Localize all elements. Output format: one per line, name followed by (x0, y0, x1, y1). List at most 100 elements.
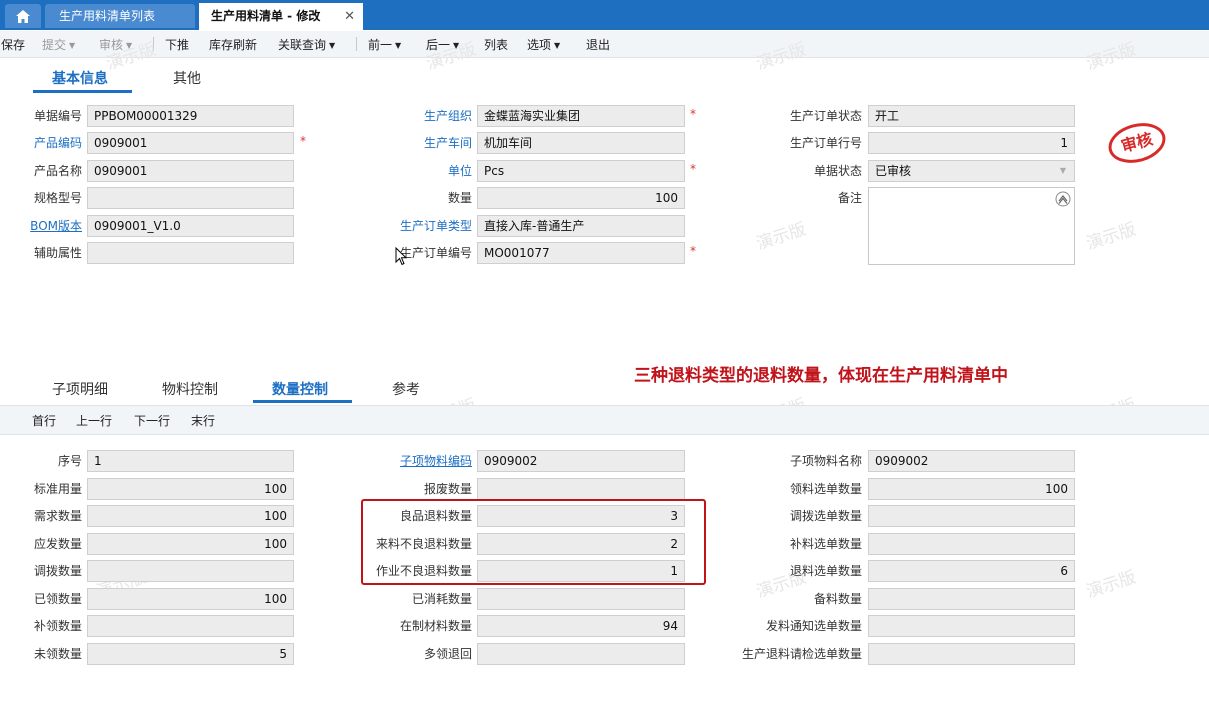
unpicked-qty-field[interactable]: 5 (87, 643, 294, 665)
bill-no-field[interactable]: PPBOM00001329 (87, 105, 294, 127)
chevron-down-icon: ▼ (1059, 166, 1066, 175)
std-qty-field[interactable]: 100 (87, 478, 294, 500)
chevron-down-icon: ▼ (69, 41, 76, 50)
transfer-sel-qty-field[interactable] (868, 505, 1075, 527)
prev-row-button[interactable]: 上一行 (76, 412, 112, 429)
tab-quantity-control[interactable]: 数量控制 (272, 379, 328, 399)
list-button[interactable]: 列表 (484, 36, 508, 53)
prev-button[interactable]: 前一 ▼ (368, 36, 401, 53)
bill-status-select[interactable]: 已审核 ▼ (868, 160, 1075, 182)
highlight-box (361, 499, 706, 585)
order-no-label: 生产订单编号 (399, 246, 472, 260)
replenish-sel-qty-field[interactable] (868, 533, 1075, 555)
should-issue-field[interactable]: 100 (87, 533, 294, 555)
tab-child-items[interactable]: 子项明细 (52, 379, 108, 399)
tab-edit-label: 生产用料清单 - 修改 (211, 9, 321, 23)
child-name-field[interactable]: 0909002 (868, 450, 1075, 472)
tab-reference[interactable]: 参考 (392, 379, 420, 399)
child-code-label[interactable]: 子项物料编码 (340, 452, 472, 469)
next-label: 后一 (426, 38, 451, 52)
tab-home[interactable] (5, 4, 41, 28)
pick-sel-qty-label: 领料选单数量 (789, 482, 862, 496)
prod-org-label[interactable]: 生产组织 (360, 107, 472, 124)
order-no-field[interactable]: MO001077 (477, 242, 685, 264)
tab-edit[interactable]: 生产用料清单 - 修改 ✕ (199, 3, 363, 30)
std-qty-label: 标准用量 (33, 482, 82, 496)
chevron-down-icon: ▼ (126, 41, 133, 50)
return-inspect-sel-field[interactable] (868, 643, 1075, 665)
scrap-qty-label: 报废数量 (423, 482, 472, 496)
home-icon (16, 9, 30, 23)
should-issue-label: 应发数量 (33, 537, 82, 551)
order-line-label: 生产订单行号 (789, 136, 862, 150)
wip-qty-field[interactable]: 94 (477, 615, 685, 637)
prod-org-field[interactable]: 金蝶蓝海实业集团 (477, 105, 685, 127)
remark-label: 备注 (837, 191, 862, 205)
order-status-field[interactable]: 开工 (868, 105, 1075, 127)
bill-status-value: 已审核 (875, 164, 912, 178)
product-name-field[interactable]: 0909001 (87, 160, 294, 182)
spec-field[interactable] (87, 187, 294, 209)
workshop-field[interactable]: 机加车间 (477, 132, 685, 154)
order-type-label[interactable]: 生产订单类型 (360, 217, 472, 234)
return-inspect-sel-label: 生产退料请检选单数量 (741, 647, 862, 661)
audited-stamp: 审核 (1104, 117, 1170, 169)
reserve-qty-field[interactable] (868, 588, 1075, 610)
required-mark: * (690, 244, 696, 258)
tab-other[interactable]: 其他 (173, 68, 201, 88)
exit-button[interactable]: 退出 (586, 36, 610, 53)
demand-qty-label: 需求数量 (33, 509, 82, 523)
pick-sel-qty-field[interactable]: 100 (868, 478, 1075, 500)
return-sel-qty-field[interactable]: 6 (868, 560, 1075, 582)
transfer-qty-field[interactable] (87, 560, 294, 582)
tab-basic-info[interactable]: 基本信息 (52, 68, 108, 88)
unit-field[interactable]: Pcs (477, 160, 685, 182)
aux-attr-label: 辅助属性 (33, 246, 82, 260)
quantity-field[interactable]: 100 (477, 187, 685, 209)
last-row-button[interactable]: 末行 (191, 412, 215, 429)
scrap-qty-field[interactable] (477, 478, 685, 500)
product-code-field[interactable]: 0909001 (87, 132, 294, 154)
transfer-sel-qty-label: 调拨选单数量 (789, 509, 862, 523)
seq-label: 序号 (57, 454, 82, 468)
child-name-label: 子项物料名称 (789, 454, 862, 468)
remark-textarea[interactable] (868, 187, 1075, 265)
transfer-qty-label: 调拨数量 (33, 564, 82, 578)
next-button[interactable]: 后一 ▼ (426, 36, 459, 53)
demand-qty-field[interactable]: 100 (87, 505, 294, 527)
order-type-field[interactable]: 直接入库-普通生产 (477, 215, 685, 237)
save-button[interactable]: 保存 (1, 36, 25, 53)
child-code-field[interactable]: 0909002 (477, 450, 685, 472)
consumed-qty-field[interactable] (477, 588, 685, 610)
push-down-button[interactable]: 下推 (165, 36, 189, 53)
product-code-label[interactable]: 产品编码 (20, 134, 82, 151)
refresh-stock-button[interactable]: 库存刷新 (209, 36, 257, 53)
expand-icon[interactable] (1055, 191, 1071, 207)
next-row-button[interactable]: 下一行 (134, 412, 170, 429)
linked-query-label: 关联查询 (278, 38, 327, 52)
workshop-label[interactable]: 生产车间 (360, 134, 472, 151)
tab-material-control[interactable]: 物料控制 (162, 379, 218, 399)
tab-list[interactable]: 生产用料清单列表 (45, 4, 195, 28)
tab-list-label: 生产用料清单列表 (59, 9, 156, 23)
audit-button[interactable]: 审核 ▼ (99, 36, 132, 53)
order-line-field[interactable]: 1 (868, 132, 1075, 154)
bom-version-label[interactable]: BOM版本 (20, 217, 82, 234)
aux-attr-field[interactable] (87, 242, 294, 264)
replenish-qty-field[interactable] (87, 615, 294, 637)
issue-notice-sel-label: 发料通知选单数量 (765, 619, 862, 633)
seq-field[interactable]: 1 (87, 450, 294, 472)
unit-label[interactable]: 单位 (360, 162, 472, 179)
options-button[interactable]: 选项 ▼ (527, 36, 560, 53)
first-row-button[interactable]: 首行 (32, 412, 56, 429)
linked-query-button[interactable]: 关联查询 ▼ (278, 36, 335, 53)
chevron-down-icon: ▼ (329, 41, 336, 50)
over-return-field[interactable] (477, 643, 685, 665)
close-icon[interactable]: ✕ (344, 3, 355, 30)
replenish-sel-qty-label: 补料选单数量 (789, 537, 862, 551)
order-status-label: 生产订单状态 (789, 109, 862, 123)
submit-button[interactable]: 提交 ▼ (42, 36, 75, 53)
picked-qty-field[interactable]: 100 (87, 588, 294, 610)
issue-notice-sel-field[interactable] (868, 615, 1075, 637)
bom-version-field[interactable]: 0909001_V1.0 (87, 215, 294, 237)
